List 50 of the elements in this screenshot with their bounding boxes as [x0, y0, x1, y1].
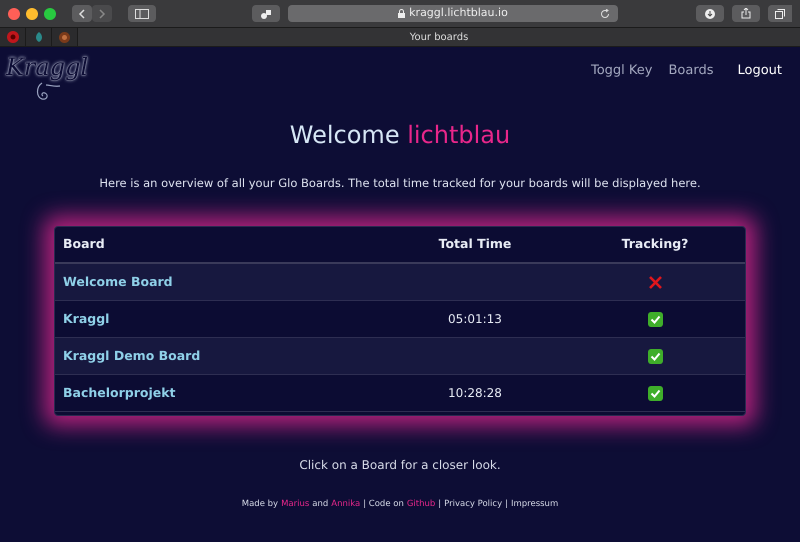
logo[interactable]: Kraggl [6, 53, 88, 107]
back-button[interactable] [72, 5, 92, 22]
extension-button[interactable] [252, 5, 280, 22]
download-button[interactable] [696, 5, 724, 22]
extension-icon [260, 8, 272, 18]
share-button[interactable] [732, 5, 760, 22]
footer-link[interactable]: Impressum [510, 498, 558, 511]
column-header: Board [62, 235, 106, 254]
footer-link[interactable]: Privacy Policy [444, 498, 502, 511]
minimize-window-icon[interactable] [26, 8, 38, 20]
sidebar-button[interactable] [128, 5, 156, 22]
welcome-heading: Welcome lichtblau [288, 120, 512, 151]
footer-text: | Code on [363, 498, 404, 511]
total-time: 05:01:13 [448, 311, 502, 328]
column-header: Tracking? [622, 235, 688, 254]
lock-icon [398, 9, 406, 18]
share-icon [741, 8, 751, 19]
chevron-right-icon [98, 8, 106, 18]
footer-link[interactable]: Marius [281, 498, 310, 511]
tabs-icon [775, 8, 785, 18]
nav-link[interactable]: Boards [668, 61, 714, 80]
chevron-left-icon [78, 8, 86, 18]
footer-link[interactable]: Github [406, 498, 436, 511]
address-bar[interactable]: kraggl.lichtblau.io [288, 5, 618, 22]
zoom-window-icon[interactable] [44, 8, 56, 20]
reload-icon[interactable] [600, 8, 610, 18]
table-row[interactable]: Kraggl Demo Board [55, 338, 745, 376]
footer-text: and [312, 498, 328, 511]
badge-icon[interactable] [59, 32, 70, 42]
footer-text: | [505, 498, 508, 511]
sidebar-icon [135, 8, 149, 18]
board-link[interactable]: Bachelorprojekt [55, 384, 176, 403]
footer-text: | [438, 498, 442, 511]
nav-link[interactable]: Toggl Key [590, 61, 652, 80]
nav-link[interactable]: Logout [737, 61, 782, 80]
close-window-icon[interactable] [8, 8, 20, 20]
footer-link[interactable]: Annika [331, 498, 360, 511]
board-link[interactable]: Welcome Board [55, 272, 173, 292]
footer-text: Made by [242, 498, 278, 511]
board-link[interactable]: Kraggl Demo Board [55, 346, 200, 366]
download-icon [705, 8, 715, 18]
board-link[interactable]: Kraggl [55, 310, 110, 329]
total-time: 10:28:28 [448, 385, 502, 402]
tabs-button[interactable] [768, 5, 792, 22]
table-row[interactable]: Bachelorprojekt 10:28:28 [55, 375, 745, 412]
intro-text: Here is an overview of all your Glo Boards. The total time tracked for your boards will be displayed here. [98, 175, 702, 192]
hint-text: Click on a Board for a closer look. [298, 457, 502, 474]
table-row[interactable]: Welcome Board [55, 264, 745, 302]
column-header: Total Time [438, 235, 512, 254]
browser-tab[interactable]: Your boards [78, 28, 800, 46]
